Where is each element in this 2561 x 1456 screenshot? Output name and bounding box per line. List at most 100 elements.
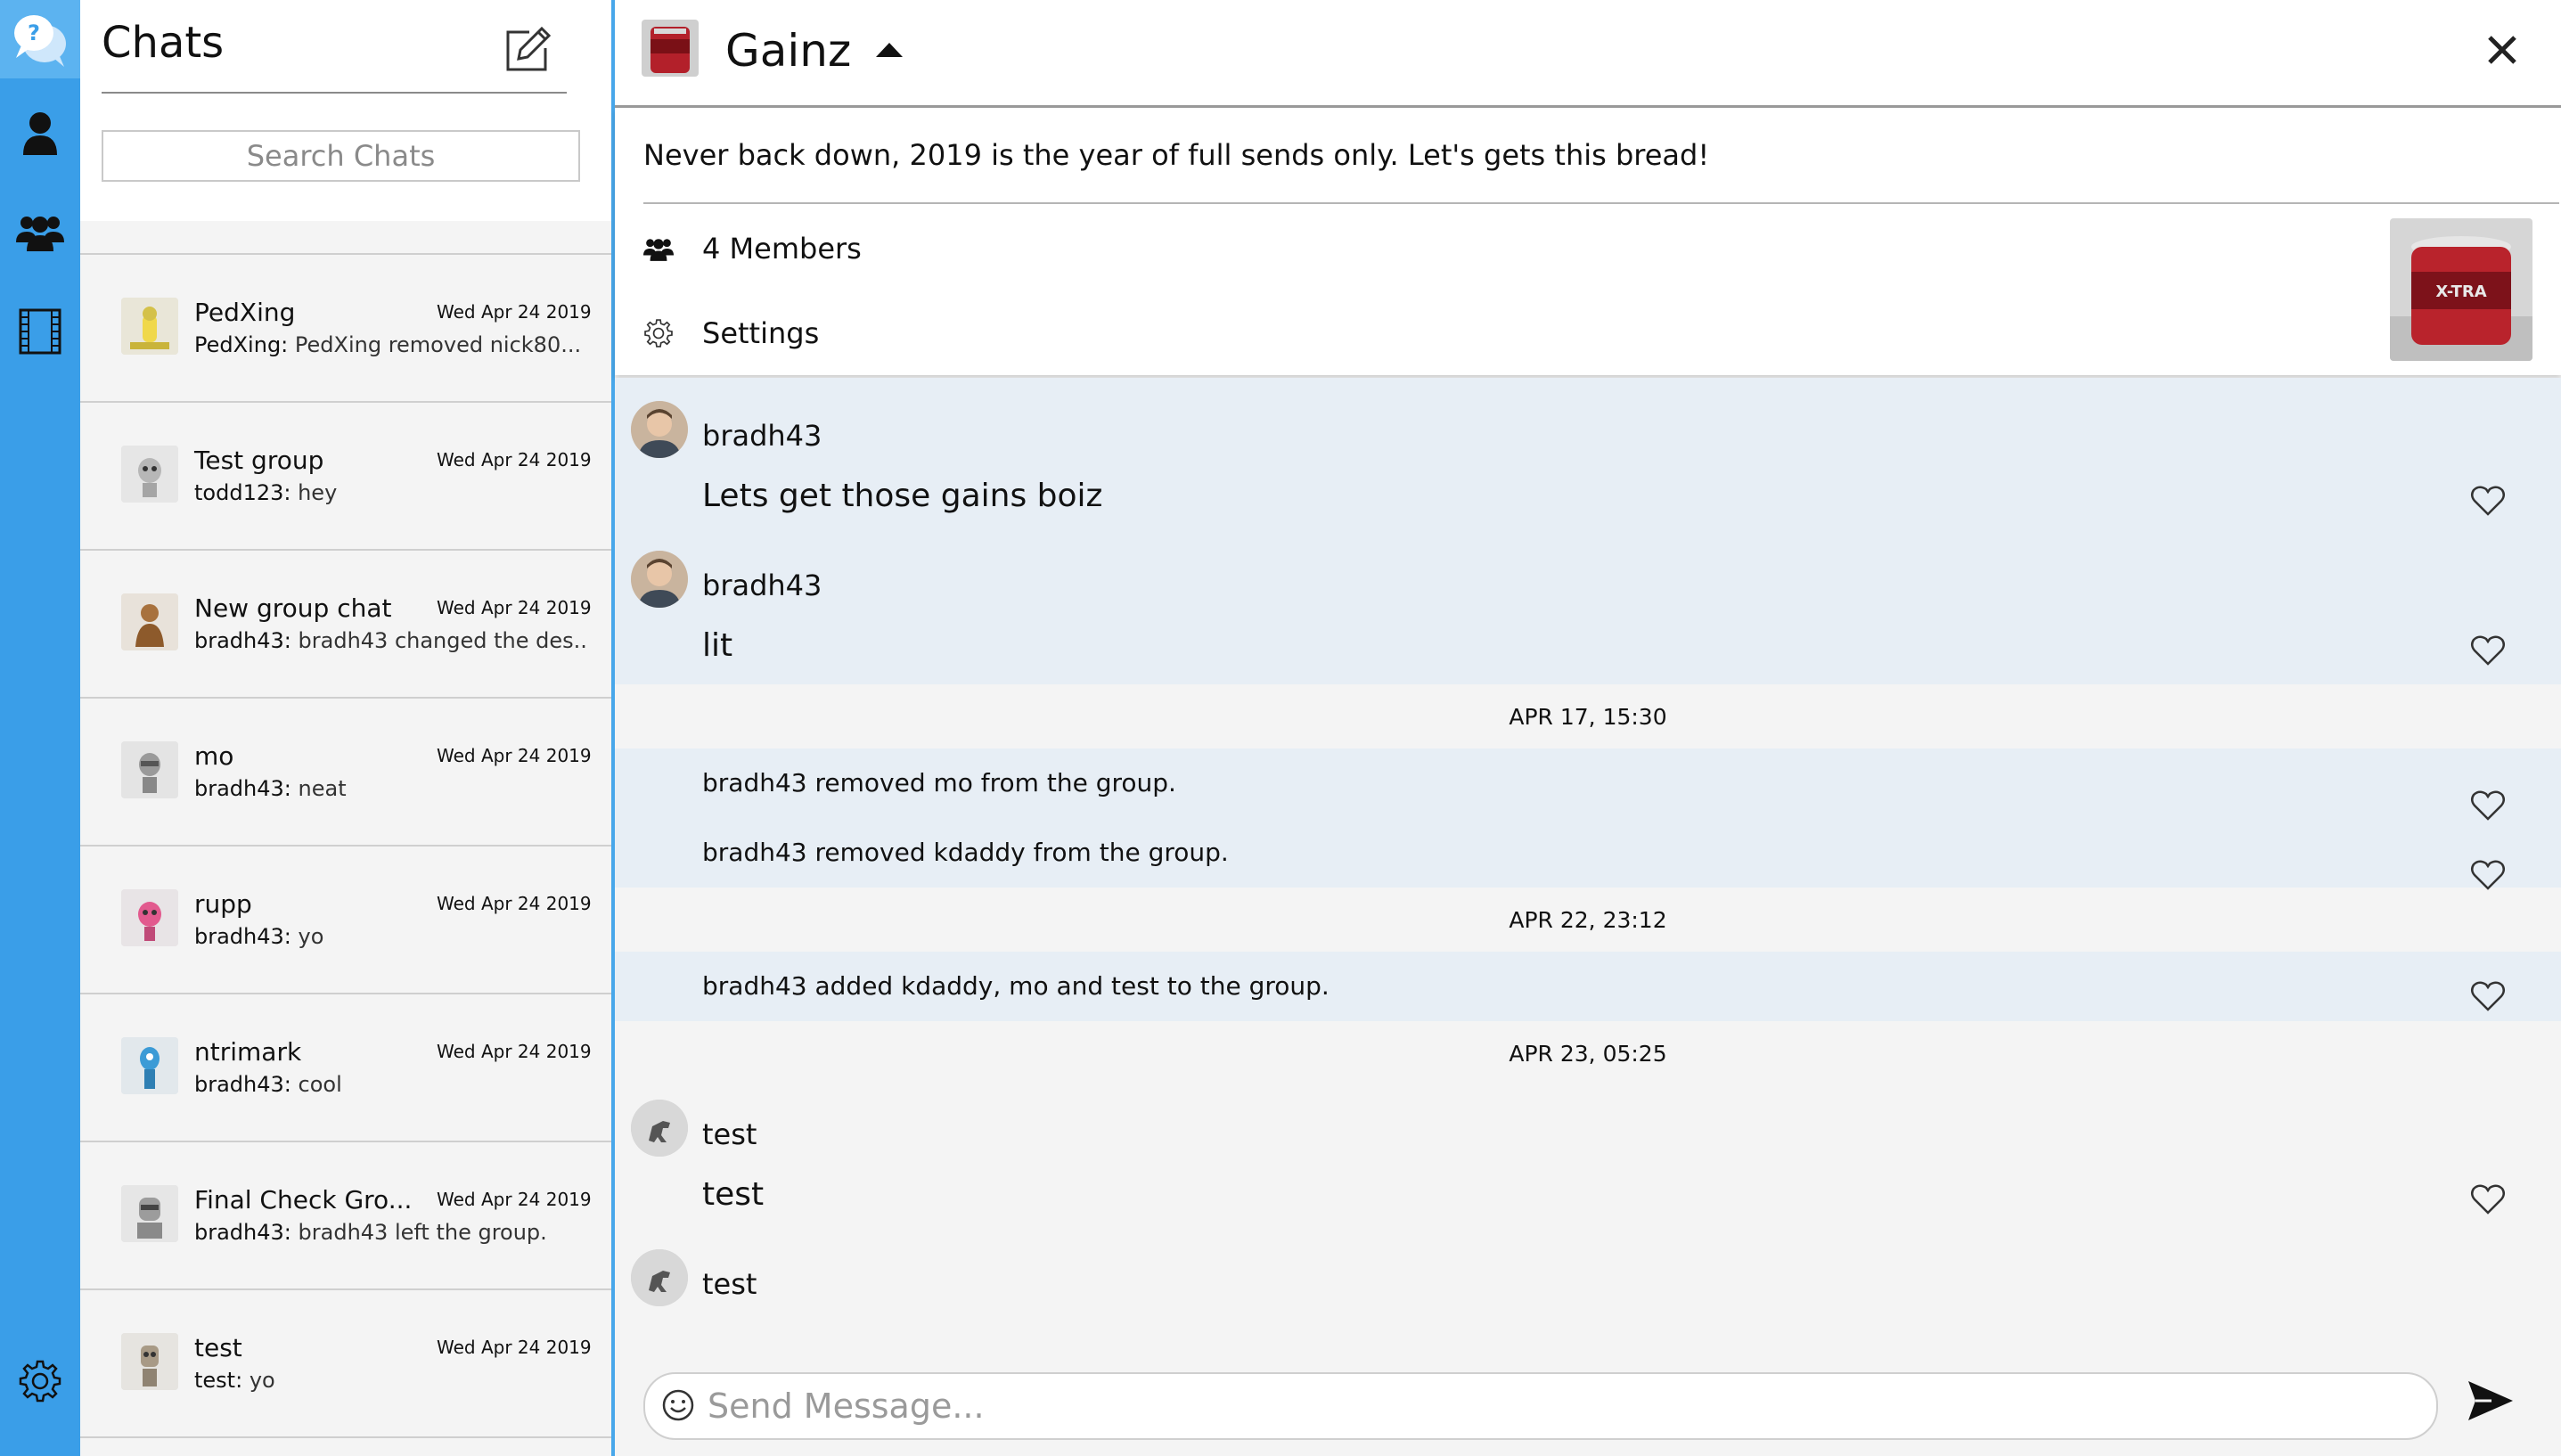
caret-up-icon[interactable]: [873, 39, 905, 61]
chat-list-item[interactable]: PedXing Wed Apr 24 2019 PedXing: PedXing…: [80, 255, 611, 403]
avatar: [121, 741, 178, 798]
system-message: bradh43 removed mo from the group.: [702, 768, 1176, 798]
person-icon[interactable]: [0, 98, 80, 169]
group-description: Never back down, 2019 is the year of ful…: [643, 138, 1710, 172]
preview-text: PedXing removed nick80...: [288, 332, 582, 357]
close-icon[interactable]: [2484, 32, 2520, 68]
chat-date: Wed Apr 24 2019: [437, 449, 592, 470]
system-message: bradh43 added kdaddy, mo and test to the…: [702, 971, 1330, 1001]
svg-text:?: ?: [28, 20, 40, 45]
gear-icon[interactable]: [0, 1346, 80, 1417]
chat-preview: test: yo: [194, 1368, 275, 1393]
message-group: bradh43 added kdaddy, mo and test to the…: [615, 952, 2561, 1021]
preview-sender: test: [194, 1368, 236, 1393]
preview-text: cool: [290, 1072, 342, 1097]
settings-button[interactable]: Settings: [643, 311, 819, 356]
group-icon: [643, 233, 674, 264]
message-input[interactable]: [706, 1381, 2402, 1431]
date-separator: APR 23, 05:25: [1509, 1041, 1667, 1067]
chat-list-item[interactable]: ntrimark Wed Apr 24 2019 bradh43: cool: [80, 994, 611, 1142]
info-divider: [643, 202, 2559, 204]
chat-date: Wed Apr 24 2019: [437, 1189, 592, 1210]
date-separator: APR 17, 15:30: [1509, 704, 1667, 730]
chat-list-item[interactable]: New group chat Wed Apr 24 2019 bradh43: …: [80, 551, 611, 699]
heart-icon[interactable]: [2470, 485, 2506, 517]
settings-label: Settings: [702, 316, 820, 350]
heart-icon[interactable]: [2470, 789, 2506, 822]
chat-name: Final Check Gro...: [194, 1185, 413, 1215]
chat-date: Wed Apr 24 2019: [437, 301, 592, 323]
chat-date: Wed Apr 24 2019: [437, 745, 592, 766]
preview-text: yo: [290, 924, 324, 949]
chat-date: Wed Apr 24 2019: [437, 893, 592, 914]
chat-list-item[interactable]: mo Wed Apr 24 2019 bradh43: neat: [80, 699, 611, 847]
message-group: test test test: [615, 1100, 2561, 1340]
preview-sender: bradh43: [194, 1072, 284, 1097]
film-icon[interactable]: [0, 296, 80, 367]
preview-sender: bradh43: [194, 1220, 284, 1245]
message-author: bradh43: [702, 419, 822, 453]
group-info-panel: Never back down, 2019 is the year of ful…: [615, 108, 2561, 375]
avatar: [631, 551, 688, 608]
avatar: [631, 401, 688, 458]
app-rail: ?: [0, 0, 80, 1456]
header-divider: [102, 92, 567, 94]
preview-sender: PedXing: [194, 332, 282, 357]
help-chat-icon[interactable]: ?: [0, 4, 80, 75]
message-group: bradh43 Lets get those gains boiz bradh4…: [615, 378, 2561, 684]
chat-list-item[interactable]: test Wed Apr 24 2019 test: yo: [80, 1290, 611, 1438]
group-name: Gainz: [725, 25, 852, 77]
chat-preview: bradh43: bradh43 changed the des...: [194, 628, 586, 653]
avatar: [121, 1185, 178, 1242]
chat-list-header: Chats: [80, 0, 611, 221]
send-icon[interactable]: [2465, 1376, 2516, 1426]
preview-sender: bradh43: [194, 628, 284, 653]
avatar: [121, 1333, 178, 1390]
search-input[interactable]: [102, 130, 580, 182]
preview-text: bradh43 changed the des...: [290, 628, 586, 653]
chat-preview: bradh43: neat: [194, 776, 347, 801]
compose-icon[interactable]: [503, 25, 552, 75]
message-text: Lets get those gains boiz: [702, 478, 1103, 514]
heart-icon[interactable]: [2470, 634, 2506, 667]
chat-name: test: [194, 1333, 242, 1362]
chat-preview: bradh43: yo: [194, 924, 324, 949]
heart-icon[interactable]: [2470, 980, 2506, 1012]
avatar: [121, 889, 178, 946]
avatar: [631, 1100, 688, 1157]
group-photo[interactable]: X-TRA: [2390, 218, 2532, 361]
group-icon[interactable]: [0, 196, 80, 267]
page-title: Chats: [102, 18, 225, 68]
date-separator: APR 22, 23:12: [1509, 907, 1667, 933]
preview-text: yo: [242, 1368, 275, 1393]
chat-date: Wed Apr 24 2019: [437, 1041, 592, 1062]
avatar: [121, 593, 178, 650]
message-author: test: [702, 1117, 757, 1151]
chat-preview: PedXing: PedXing removed nick80...: [194, 332, 582, 357]
message-author: bradh43: [702, 568, 822, 602]
chat-name: mo: [194, 741, 234, 771]
message-composer: [615, 1340, 2561, 1456]
heart-icon[interactable]: [2470, 859, 2506, 891]
chat-list-item[interactable]: Test group Wed Apr 24 2019 todd123: hey: [80, 403, 611, 551]
avatar: [121, 1037, 178, 1094]
message-text: lit: [702, 627, 733, 664]
chat-list-item[interactable]: Final Check Gro... Wed Apr 24 2019 bradh…: [80, 1142, 611, 1290]
message-text: test: [702, 1176, 765, 1213]
chat-date: Wed Apr 24 2019: [437, 1337, 592, 1358]
message-group: bradh43 removed mo from the group. bradh…: [615, 748, 2561, 891]
conversation-panel: Gainz Never back down, 2019 is the year …: [615, 0, 2561, 1456]
members-label: 4 Members: [702, 232, 862, 266]
chat-name: Test group: [194, 446, 324, 475]
preview-text: neat: [290, 776, 347, 801]
heart-icon[interactable]: [2470, 1183, 2506, 1215]
emoji-icon[interactable]: [661, 1388, 695, 1422]
preview-sender: bradh43: [194, 924, 284, 949]
message-list: bradh43 Lets get those gains boiz bradh4…: [615, 378, 2561, 1340]
preview-text: hey: [290, 480, 338, 505]
chat-name: PedXing: [194, 298, 296, 327]
chat-list-item[interactable]: rupp Wed Apr 24 2019 bradh43: yo: [80, 847, 611, 994]
chat-preview: bradh43: bradh43 left the group.: [194, 1220, 547, 1245]
members-button[interactable]: 4 Members: [643, 226, 862, 271]
svg-text:X-TRA: X-TRA: [2435, 282, 2486, 301]
